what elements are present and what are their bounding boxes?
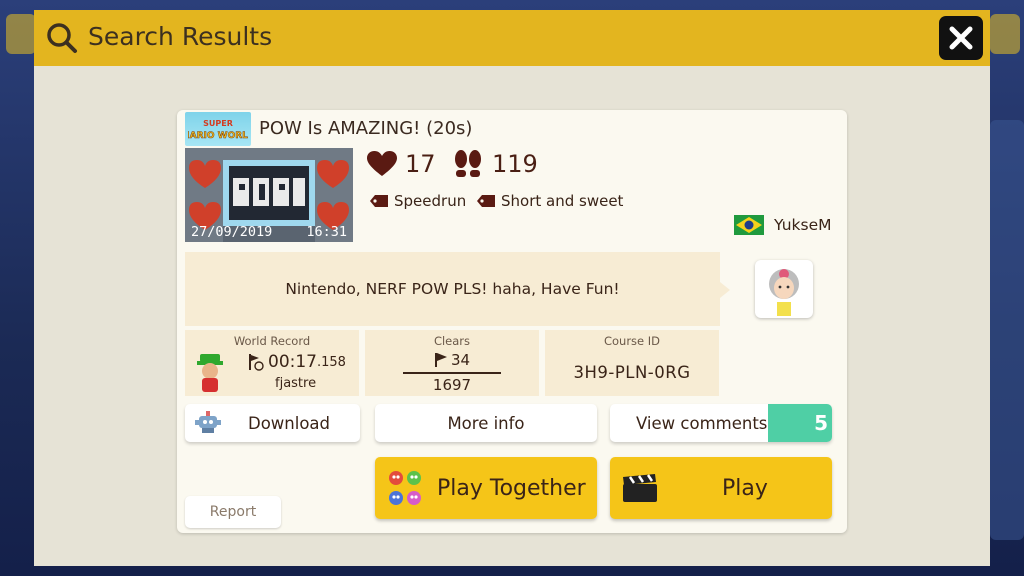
multiplayer-icon <box>389 471 421 505</box>
likes-count: 17 <box>405 150 436 178</box>
report-button[interactable]: Report <box>185 496 281 528</box>
attempts-value: 1697 <box>432 376 472 394</box>
clears-panel: Clears 34 1697 <box>365 330 539 396</box>
more-info-button[interactable]: More info <box>375 404 597 442</box>
world-record-label: World Record <box>233 334 311 348</box>
world-record-holder[interactable]: fjastre <box>275 376 316 391</box>
close-button[interactable] <box>939 16 983 60</box>
maker-info[interactable]: YukseM <box>734 215 831 235</box>
more-info-label: More info <box>447 413 525 433</box>
tag-label: Speedrun <box>394 192 467 210</box>
course-id-label: Course ID <box>603 334 661 348</box>
course-card: SUPER MARIO WORLD POW Is AMAZING! (20s) <box>177 110 847 533</box>
background-panel-left <box>6 14 36 54</box>
clears-divider <box>403 372 501 374</box>
world-record-time-main: 00:17 <box>268 352 317 372</box>
flag-timer-icon <box>249 354 264 371</box>
maker-comment: Nintendo, NERF POW PLS! haha, Have Fun! <box>185 252 720 326</box>
report-label: Report <box>209 504 257 520</box>
comments-count-badge: 5 <box>768 404 832 442</box>
svg-text:MARIO WORLD: MARIO WORLD <box>188 131 248 141</box>
course-thumbnail[interactable]: 27/09/2019 16:31 <box>185 148 353 242</box>
likes-stat: 17 <box>367 150 436 178</box>
world-record-panel[interactable]: World Record 00:17.158 fjastre <box>185 330 359 396</box>
course-id-panel: Course ID 3H9-PLN-0RG <box>545 330 719 396</box>
maker-avatar[interactable] <box>755 260 813 318</box>
play-button[interactable]: Play <box>610 457 832 519</box>
download-label: Download <box>248 413 331 433</box>
robot-download-icon <box>195 411 221 433</box>
background-panel-right <box>990 14 1020 54</box>
upload-date: 27/09/2019 <box>191 224 273 240</box>
clapperboard-icon <box>623 474 657 502</box>
tag-icon <box>477 195 495 207</box>
play-together-button[interactable]: Play Together <box>375 457 597 519</box>
maker-comment-text: Nintendo, NERF POW PLS! haha, Have Fun! <box>285 280 620 298</box>
page-title: Search Results <box>88 22 273 51</box>
maker-name: YukseM <box>774 216 832 234</box>
upload-time: 16:31 <box>306 224 347 240</box>
footprints-icon <box>455 150 481 177</box>
mii-avatar-icon <box>769 269 799 316</box>
play-label: Play <box>722 475 768 501</box>
clears-value: 34 <box>450 351 471 369</box>
plays-count: 119 <box>492 150 538 178</box>
course-id-value: 3H9-PLN-0RG <box>573 363 691 382</box>
tag-icon <box>370 195 388 207</box>
tag-speedrun: Speedrun <box>370 192 466 210</box>
clears-count: 34 <box>365 351 539 369</box>
comment-pointer <box>720 282 730 298</box>
course-title: POW Is AMAZING! (20s) <box>259 118 473 139</box>
view-comments-button[interactable]: View comments 5 <box>610 404 832 442</box>
clears-label: Clears <box>433 334 471 348</box>
close-icon <box>949 26 973 50</box>
super-mario-world-logo: SUPER MARIO WORLD <box>188 119 248 141</box>
tag-short-and-sweet: Short and sweet <box>477 192 623 210</box>
search-icon <box>47 23 77 53</box>
game-style-logo: SUPER MARIO WORLD <box>185 112 251 146</box>
download-button[interactable]: Download <box>185 404 360 442</box>
tag-label: Short and sweet <box>501 192 624 210</box>
record-holder-avatar <box>197 354 223 392</box>
flag-brazil-icon <box>734 215 764 235</box>
modal-header: Search Results <box>34 10 990 66</box>
plays-stat: 119 <box>454 150 538 178</box>
world-record-time-ms: .158 <box>317 354 346 370</box>
world-record-time: 00:17.158 <box>247 352 346 372</box>
goal-flag-icon <box>434 353 447 367</box>
search-results-modal: Search Results SUPER MARIO WORLD POW Is … <box>34 10 990 566</box>
svg-text:SUPER: SUPER <box>203 119 233 128</box>
view-comments-label: View comments <box>636 413 768 433</box>
background-panel-right-low <box>990 120 1024 540</box>
heart-icon <box>367 151 397 176</box>
play-together-label: Play Together <box>437 475 586 501</box>
